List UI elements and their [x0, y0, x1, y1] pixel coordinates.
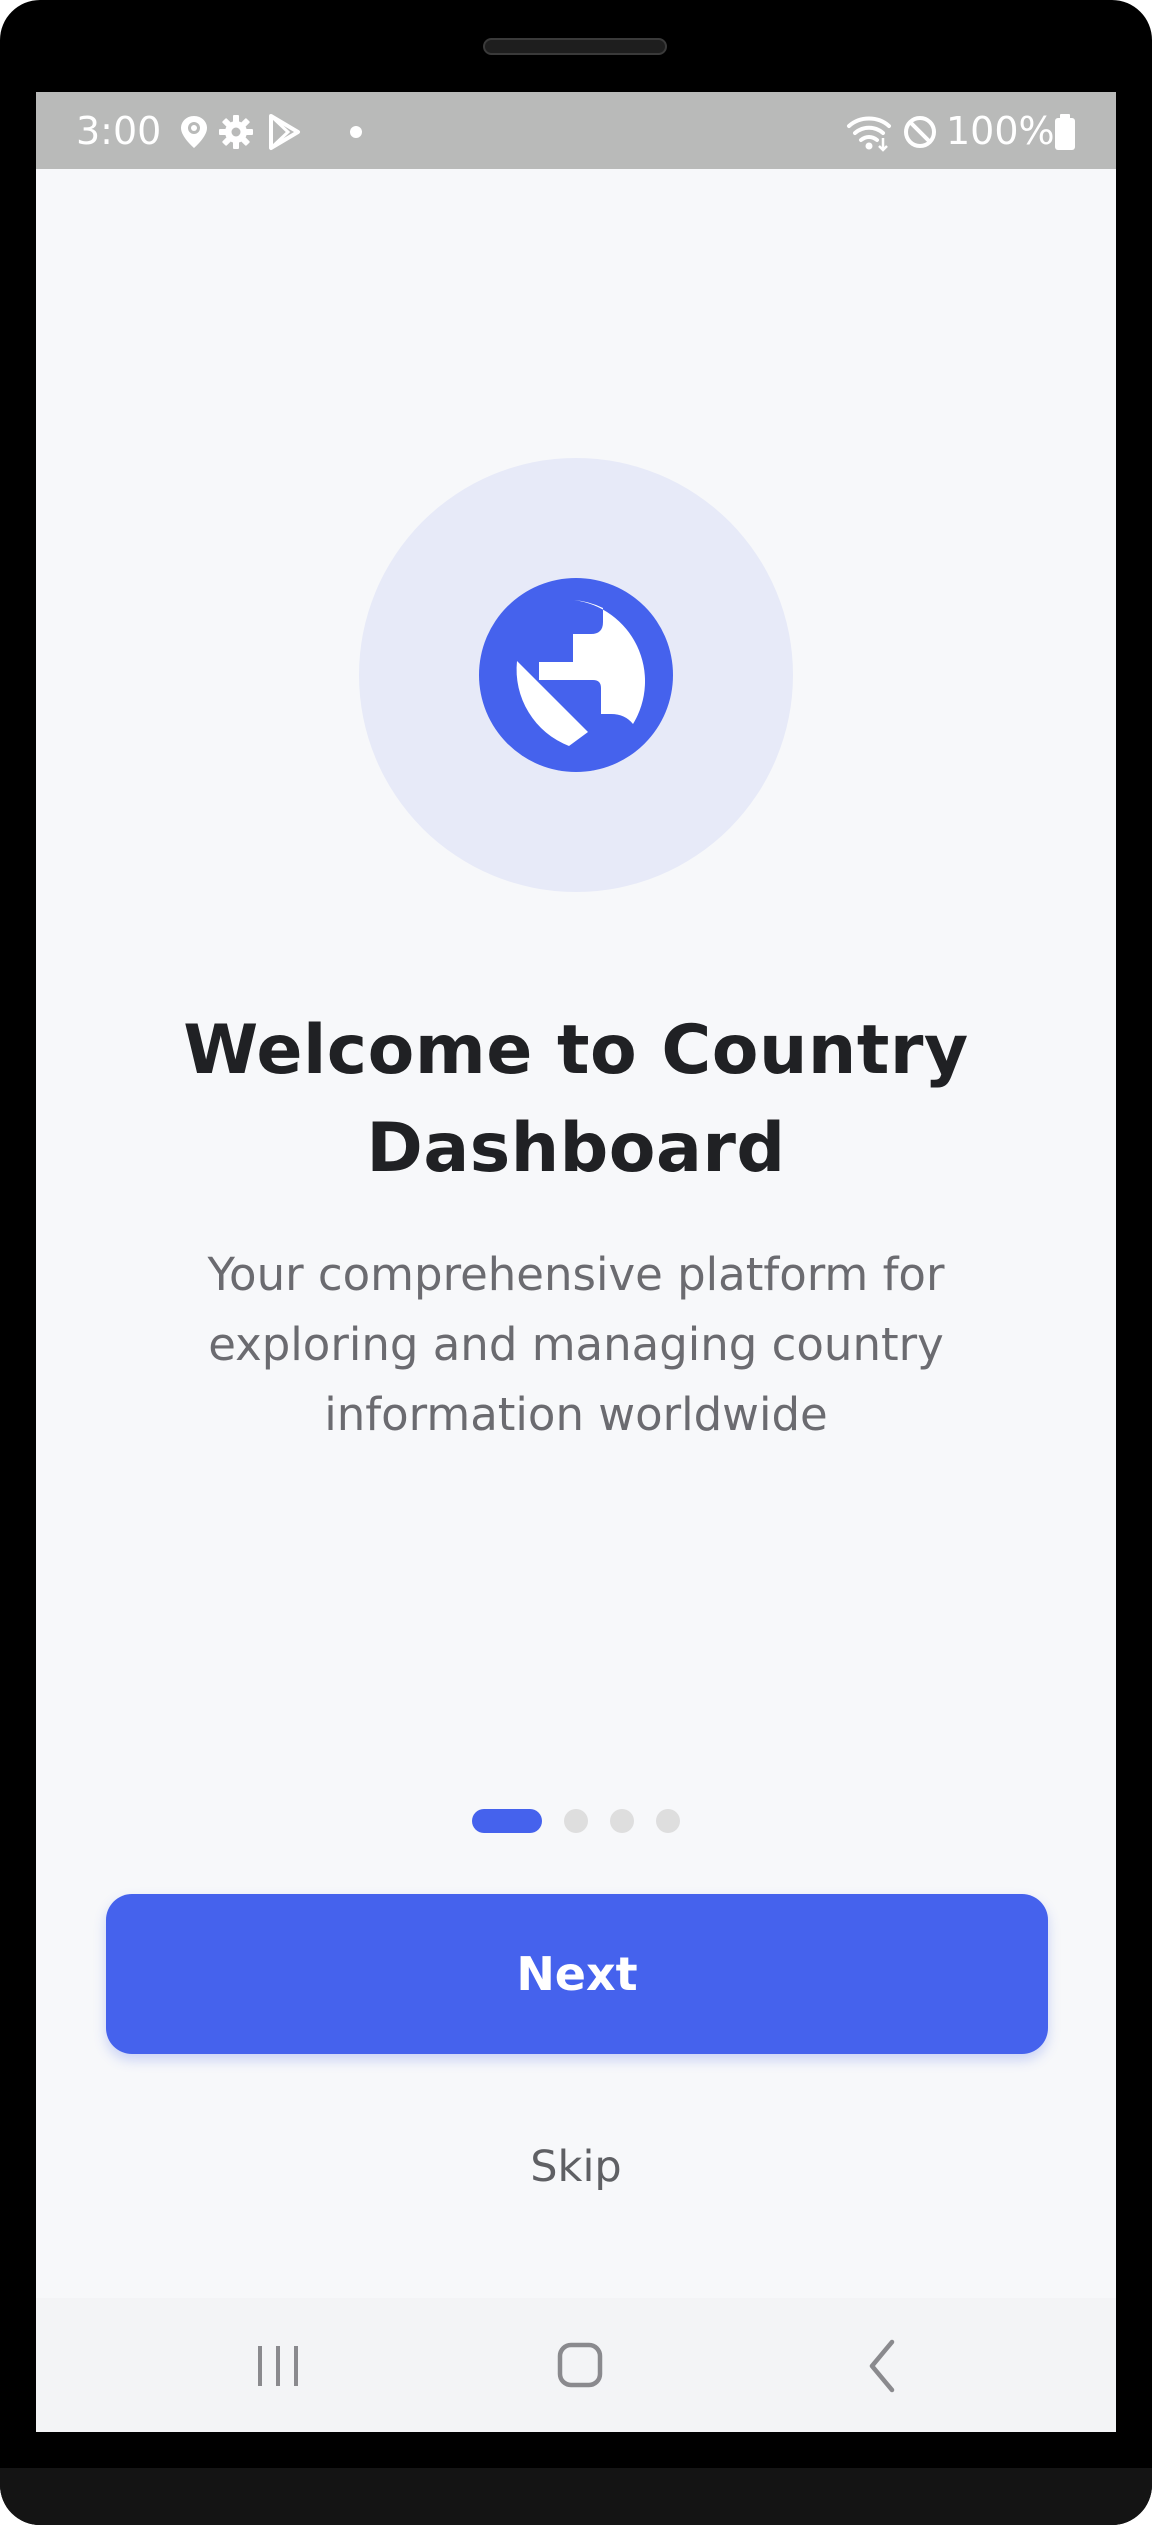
page-indicator-dot: [656, 1809, 680, 1833]
battery-icon: [1055, 114, 1075, 150]
back-icon[interactable]: [844, 2326, 924, 2406]
system-navigation-bar: [36, 2298, 1116, 2432]
page-indicator-dot: [564, 1809, 588, 1833]
settings-gear-icon: [219, 115, 253, 149]
next-button[interactable]: Next: [106, 1894, 1048, 2054]
status-time: 3:00: [76, 109, 162, 153]
wifi-icon: [847, 116, 891, 152]
welcome-subtitle: Your comprehensive platform for explorin…: [207, 1248, 945, 1441]
status-bar: 3:00 100%: [36, 92, 1116, 169]
skip-button[interactable]: Skip: [426, 2132, 726, 2202]
page-indicator-dot-active: [472, 1809, 542, 1833]
page-indicator: [36, 1809, 1116, 1833]
page-indicator-dot: [610, 1809, 634, 1833]
recent-apps-icon[interactable]: [238, 2326, 318, 2406]
app-screen: 3:00 100% Welcome to Country Dashboard Y…: [36, 92, 1116, 2432]
play-store-icon: [269, 114, 300, 150]
home-icon[interactable]: [540, 2326, 620, 2406]
battery-percentage: 100%: [946, 109, 1055, 153]
globe-icon: [479, 578, 673, 772]
welcome-title: Welcome to Country Dashboard: [183, 1011, 969, 1188]
notification-dot-icon: [350, 126, 362, 138]
do-not-disturb-icon: [904, 116, 936, 148]
bottom-bezel: [0, 2468, 1152, 2525]
phone-frame: 3:00 100% Welcome to Country Dashboard Y…: [0, 0, 1152, 2525]
earpiece-speaker: [483, 38, 667, 55]
location-icon: [181, 116, 207, 148]
